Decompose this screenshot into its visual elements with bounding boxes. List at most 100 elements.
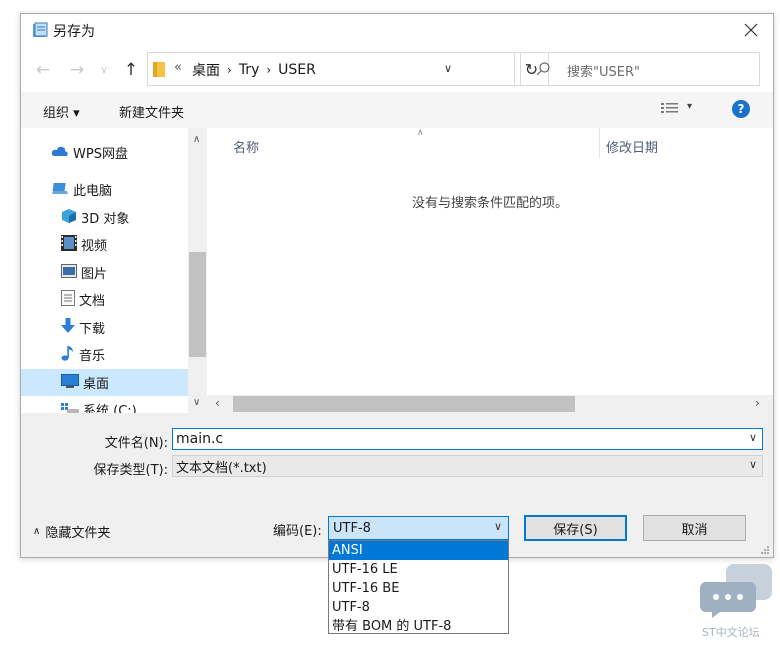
chevron-down-icon: ∨: [493, 520, 502, 533]
sidebar-item-this-pc[interactable]: 此电脑: [21, 176, 207, 203]
hide-folders-toggle[interactable]: ∧ 隐藏文件夹: [33, 522, 110, 541]
sidebar-item-label: 音乐: [79, 349, 106, 364]
document-icon: [61, 289, 75, 310]
scroll-right-icon[interactable]: ›: [755, 396, 760, 410]
sidebar-item-label: 3D 对象: [81, 212, 130, 227]
hide-folders-label: 隐藏文件夹: [45, 526, 111, 541]
breadcrumb-user[interactable]: USER: [278, 62, 316, 78]
chevron-down-icon: ∨: [444, 62, 453, 75]
computer-icon: [51, 181, 69, 199]
search-box[interactable]: 搜索"USER": [520, 52, 760, 86]
filelist-hscrollbar[interactable]: ‹ ›: [207, 395, 773, 413]
watermark-text: ST中文论坛: [702, 626, 760, 639]
column-date-label: 修改日期: [606, 141, 659, 156]
sidebar-item-label: 下载: [79, 322, 106, 337]
chevron-down-icon: ∨: [748, 458, 757, 471]
view-dropdown-icon[interactable]: ▾: [687, 101, 692, 112]
download-icon: [61, 317, 75, 338]
sidebar-scroll-down[interactable]: ∨: [188, 395, 207, 413]
address-dropdown-button[interactable]: ∨: [444, 62, 452, 75]
close-icon: [744, 23, 758, 37]
encoding-option-utf16be[interactable]: UTF-16 BE: [329, 579, 508, 598]
filename-input[interactable]: main.c ∨: [172, 428, 763, 450]
sidebar-item-label: WPS网盘: [73, 147, 128, 162]
help-icon[interactable]: ?: [732, 100, 750, 118]
sidebar-item-label: 此电脑: [73, 184, 113, 199]
sidebar-item-videos[interactable]: 视频: [21, 231, 207, 258]
sidebar-item-wps-cloud[interactable]: WPS网盘: [21, 139, 207, 166]
encoding-select[interactable]: UTF-8 ∨: [328, 516, 509, 540]
sidebar-item-3d-objects[interactable]: 3D 对象: [21, 204, 207, 231]
breadcrumb-try[interactable]: Try: [239, 62, 260, 78]
window-title: 另存为: [53, 24, 95, 40]
chevron-right-icon: ›: [266, 63, 272, 77]
sidebar-item-label: 桌面: [83, 377, 110, 392]
sidebar-item-desktop[interactable]: 桌面: [21, 369, 207, 396]
sidebar-item-label: 视频: [81, 239, 108, 254]
recent-locations-button[interactable]: ∨: [97, 62, 111, 78]
column-name-label: 名称: [233, 141, 260, 156]
new-folder-button[interactable]: 新建文件夹: [119, 102, 184, 121]
close-button[interactable]: [735, 16, 767, 44]
chat-bubble-icon: [700, 564, 772, 618]
sidebar-item-documents[interactable]: 文档: [21, 286, 207, 313]
sidebar-item-music[interactable]: 音乐: [21, 341, 207, 368]
cloud-icon: [51, 145, 69, 161]
music-icon: [61, 345, 75, 365]
scroll-down-icon: ∨: [193, 397, 201, 408]
notepad-icon: [31, 22, 49, 38]
filetype-select[interactable]: 文本文档(*.txt) ∨: [172, 455, 763, 477]
scroll-up-icon[interactable]: ∧: [193, 134, 200, 145]
filename-label: 文件名(N):: [104, 436, 168, 451]
save-button[interactable]: 保存(S): [524, 515, 627, 541]
encoding-dropdown-list: ANSI UTF-16 LE UTF-16 BE UTF-8 带有 BOM 的 …: [328, 540, 509, 634]
sidebar-item-pictures[interactable]: 图片: [21, 259, 207, 286]
filetype-value: 文本文档(*.txt): [176, 460, 267, 476]
encoding-option-utf8[interactable]: UTF-8: [329, 598, 508, 617]
encoding-value: UTF-8: [333, 520, 371, 536]
arrow-left-icon: ←: [35, 60, 51, 80]
chevron-down-icon[interactable]: ∨: [749, 431, 757, 444]
empty-message: 没有与搜索条件匹配的项。: [411, 196, 568, 211]
encoding-option-utf16le[interactable]: UTF-16 LE: [329, 560, 508, 579]
sidebar-item-downloads[interactable]: 下载: [21, 314, 207, 341]
scroll-left-icon[interactable]: ‹: [215, 396, 220, 410]
column-header-name[interactable]: 名称: [207, 128, 599, 158]
folder-icon: [153, 62, 165, 77]
file-list: ∧ 名称 修改日期 没有与搜索条件匹配的项。: [207, 128, 773, 395]
breadcrumb-desktop[interactable]: 桌面: [192, 60, 220, 80]
search-icon: [535, 61, 551, 77]
sidebar-scrollbar[interactable]: ∧: [188, 128, 207, 413]
encoding-label: 编码(E):: [273, 524, 322, 539]
forward-button[interactable]: →: [65, 58, 89, 82]
chevron-up-icon: ∧: [33, 526, 41, 537]
sidebar-item-system-c[interactable]: 系统 (C:): [21, 396, 207, 413]
watermark-logo: ST中文论坛: [700, 562, 774, 642]
chevron-right-icon: ›: [227, 63, 232, 77]
address-bar[interactable]: « 桌面 › Try › USER ∨: [147, 52, 515, 86]
video-icon: [61, 234, 77, 255]
drive-icon: [61, 401, 79, 413]
resize-grip-icon[interactable]: [759, 543, 769, 554]
organize-menu[interactable]: 组织 ▾: [43, 102, 80, 121]
encoding-option-utf8-bom[interactable]: 带有 BOM 的 UTF-8: [329, 617, 508, 636]
up-button[interactable]: ↑: [119, 58, 143, 82]
desktop-icon: [61, 373, 79, 392]
command-bar: 组织 ▾ 新建文件夹 ▾ ?: [21, 92, 773, 128]
sidebar-item-label: 图片: [81, 267, 108, 282]
encoding-option-ansi[interactable]: ANSI: [329, 541, 508, 560]
filelist-scroll-thumb[interactable]: [233, 396, 575, 412]
filetype-label: 保存类型(T):: [93, 463, 168, 478]
back-button[interactable]: ←: [31, 58, 55, 82]
save-as-dialog: 另存为 ← → ∨ ↑ « 桌面 › Try › USER ∨ ↻ 搜索"USE…: [20, 13, 774, 558]
arrow-up-icon: ↑: [123, 60, 139, 80]
breadcrumb: 桌面 › Try › USER: [192, 60, 316, 80]
search-placeholder: 搜索"USER": [567, 65, 640, 80]
cancel-button[interactable]: 取消: [643, 515, 746, 541]
view-options-icon[interactable]: [661, 102, 679, 116]
sidebar-item-label: 文档: [79, 294, 106, 309]
breadcrumb-overflow[interactable]: «: [174, 60, 182, 75]
filename-value: main.c: [176, 431, 224, 447]
sidebar-scroll-thumb[interactable]: [189, 252, 206, 357]
column-header-date[interactable]: 修改日期: [600, 128, 773, 158]
